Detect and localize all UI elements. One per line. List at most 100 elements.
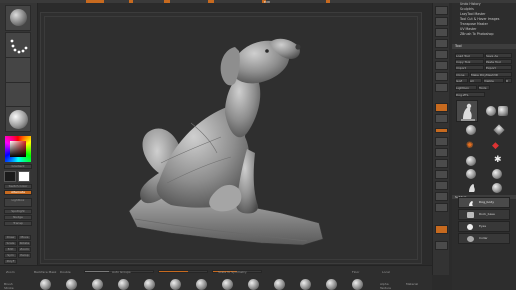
zoom-label[interactable]: Zoom bbox=[6, 270, 15, 274]
brush-ball-7[interactable] bbox=[196, 279, 207, 290]
texture-picker[interactable] bbox=[5, 82, 31, 108]
draw-button[interactable]: Draw bbox=[4, 235, 17, 240]
actual-icon[interactable] bbox=[435, 50, 448, 59]
paste-tool-button[interactable]: Paste Tool bbox=[485, 59, 512, 64]
bpr-icon[interactable] bbox=[435, 6, 448, 15]
edit-mode-label[interactable]: Edit bbox=[264, 0, 270, 4]
sphere-thumbnail-3[interactable] bbox=[492, 183, 502, 193]
star-tool-icon[interactable]: ✱ bbox=[494, 155, 504, 165]
linefill-icon[interactable] bbox=[435, 181, 448, 190]
floor-icon[interactable] bbox=[435, 83, 448, 92]
backface-mask-label[interactable]: Backface Mask bbox=[34, 270, 56, 274]
menu-indicator[interactable] bbox=[208, 0, 214, 3]
brush-ball-3[interactable] bbox=[92, 279, 103, 290]
all-button[interactable]: All bbox=[469, 78, 482, 83]
load-tool-button[interactable]: Load Tool bbox=[455, 53, 484, 58]
simplebrush-thumbnail[interactable] bbox=[466, 169, 476, 179]
solo-icon[interactable] bbox=[435, 225, 448, 234]
current-tool-name[interactable]: Dog.ZTL bbox=[455, 92, 485, 97]
menu-lazytool[interactable]: LazyTool Master bbox=[460, 12, 485, 16]
aahalf-icon[interactable] bbox=[435, 61, 448, 70]
polyf-button[interactable]: PolyF bbox=[4, 259, 17, 264]
scroll-icon[interactable] bbox=[435, 28, 448, 37]
lightbox-button[interactable]: Lightbox bbox=[4, 198, 32, 207]
clone-button[interactable]: Clone bbox=[455, 72, 469, 77]
scale-icon[interactable] bbox=[435, 159, 448, 168]
brush-ball-11[interactable] bbox=[300, 279, 311, 290]
brush-ball-6[interactable] bbox=[170, 279, 181, 290]
persp-icon[interactable] bbox=[435, 72, 448, 81]
cylinder-thumbnail[interactable] bbox=[466, 125, 476, 135]
save-as-button[interactable]: Save As bbox=[485, 53, 512, 58]
brush-ball-8[interactable] bbox=[222, 279, 233, 290]
xyz-icon[interactable] bbox=[435, 128, 448, 133]
local-label[interactable]: Local bbox=[382, 270, 390, 274]
double-label[interactable]: Double bbox=[60, 270, 71, 274]
nudge-button[interactable]: Nudge bbox=[4, 215, 32, 220]
menu-transpose-master[interactable]: Transpose Master bbox=[460, 22, 488, 26]
subtool-row[interactable]: Collar bbox=[458, 233, 510, 244]
color-picker[interactable] bbox=[5, 136, 31, 162]
brush-ball-5[interactable] bbox=[144, 279, 155, 290]
spotlight-button[interactable]: Spotlight bbox=[4, 209, 32, 214]
polymesh-thumbnail[interactable] bbox=[493, 124, 505, 136]
transp-icon[interactable] bbox=[435, 203, 448, 212]
main-color-swatch[interactable] bbox=[4, 171, 16, 182]
scale-button[interactable]: Scale bbox=[4, 241, 17, 246]
alpha-picker[interactable] bbox=[5, 57, 31, 83]
switch-color-button[interactable]: Switch Color bbox=[4, 184, 32, 189]
current-tool-thumbnail[interactable] bbox=[456, 100, 478, 122]
goz-button[interactable]: GoZ bbox=[455, 78, 468, 83]
lsym-icon[interactable] bbox=[435, 114, 448, 123]
polyf-icon[interactable] bbox=[435, 192, 448, 201]
scale-to-symmetry-label[interactable]: Scale To Symmetry bbox=[218, 270, 247, 274]
auto-groups-label[interactable]: Auto Groups bbox=[112, 270, 131, 274]
brush-picker[interactable] bbox=[5, 5, 31, 31]
cube-3d-thumbnail[interactable] bbox=[498, 106, 508, 116]
tool-palette-header[interactable]: Tool bbox=[452, 44, 516, 49]
menu-uv-master[interactable]: UV Master bbox=[460, 27, 476, 31]
material-picker[interactable] bbox=[5, 106, 31, 132]
dog-sculpture-model[interactable] bbox=[41, 13, 423, 265]
xpose-icon[interactable] bbox=[435, 241, 448, 250]
export-button[interactable]: Export bbox=[485, 65, 512, 70]
local-icon[interactable] bbox=[435, 103, 448, 112]
dog-small-thumbnail[interactable] bbox=[466, 181, 478, 193]
menu-undo-history[interactable]: Undo History bbox=[460, 2, 481, 6]
zoom-button[interactable]: Zoom bbox=[18, 247, 31, 252]
menu-sculptris[interactable]: Sculptris bbox=[460, 7, 474, 11]
spix-icon[interactable] bbox=[435, 17, 448, 26]
zoom-icon[interactable] bbox=[435, 39, 448, 48]
canvas-viewport[interactable] bbox=[40, 12, 422, 264]
menu-indicator[interactable] bbox=[164, 0, 170, 3]
r-button[interactable]: R bbox=[505, 78, 512, 83]
edit-button[interactable]: Edit bbox=[4, 247, 17, 252]
stroke-picker[interactable] bbox=[5, 32, 31, 58]
frame-icon[interactable] bbox=[435, 137, 448, 146]
menu-indicator[interactable] bbox=[86, 0, 104, 3]
subtool-row[interactable]: Dog_body bbox=[458, 197, 510, 208]
transp-button[interactable]: Transp bbox=[4, 221, 32, 226]
visible-button[interactable]: Visible bbox=[483, 78, 504, 83]
rotate-icon[interactable] bbox=[435, 170, 448, 179]
brush-ball-13[interactable] bbox=[352, 279, 363, 290]
rotate-button[interactable]: Rotate bbox=[18, 241, 31, 246]
menu-indicator[interactable] bbox=[129, 0, 133, 3]
move-icon[interactable] bbox=[435, 148, 448, 157]
copy-tool-button[interactable]: Copy Tool bbox=[455, 59, 484, 64]
spiral-tool-icon[interactable]: ✺ bbox=[466, 141, 476, 151]
sphere-thumbnail-2[interactable] bbox=[492, 169, 502, 179]
ring-thumbnail[interactable] bbox=[466, 156, 476, 166]
brush-ball-2[interactable] bbox=[66, 279, 77, 290]
alternate-button[interactable]: Alternate bbox=[4, 190, 32, 195]
import-button[interactable]: Import bbox=[455, 65, 484, 70]
brush-ball-1[interactable] bbox=[40, 279, 51, 290]
draw-size-slider[interactable] bbox=[158, 270, 208, 273]
menu-tool-cut[interactable]: Tool Cut & Hover Images bbox=[460, 17, 499, 21]
gradient-button[interactable]: Gradient bbox=[4, 164, 32, 169]
floor-label[interactable]: Floor bbox=[352, 270, 359, 274]
cone-tool-icon[interactable]: ◆ bbox=[492, 141, 502, 151]
brush-ball-12[interactable] bbox=[326, 279, 337, 290]
subtool-row[interactable]: Rock_base bbox=[458, 209, 510, 220]
sym-button[interactable]: Sym bbox=[4, 253, 17, 258]
